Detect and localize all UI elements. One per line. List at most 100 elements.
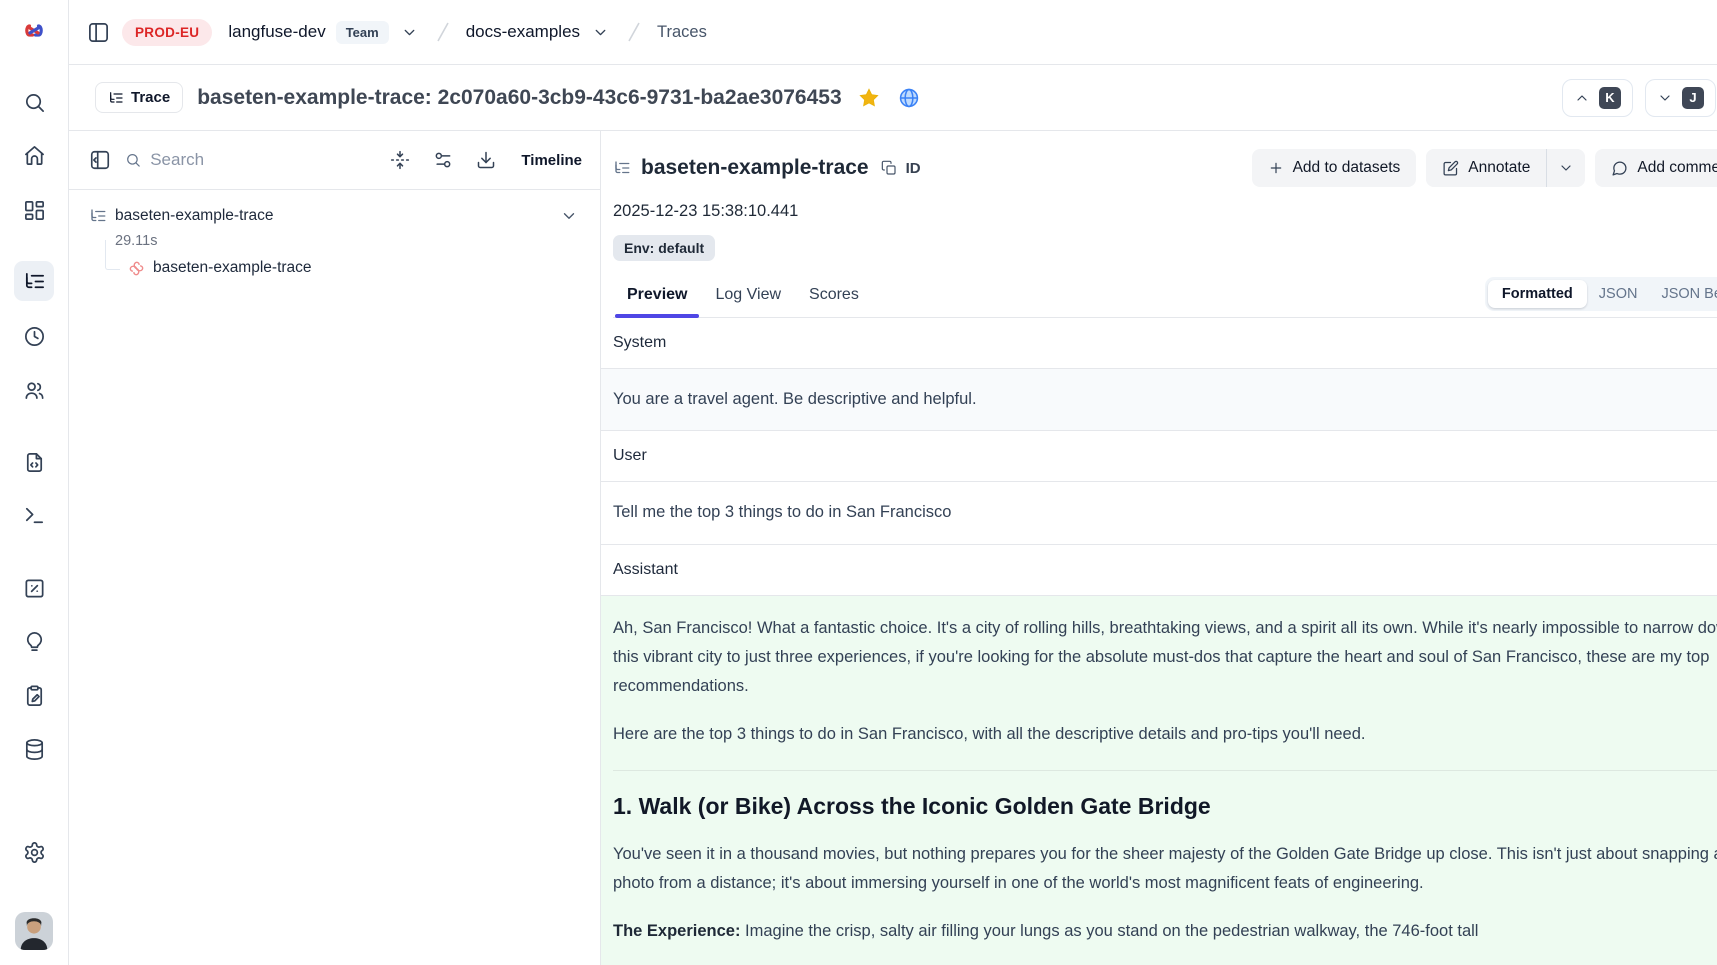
tree-child-item[interactable]: baseten-example-trace	[81, 251, 588, 289]
tab-log-view[interactable]: Log View	[701, 276, 795, 317]
evaluators-percent-icon[interactable]	[22, 576, 46, 600]
prompts-file-icon[interactable]	[22, 450, 46, 474]
playground-terminal-icon[interactable]	[22, 503, 46, 527]
tab-preview[interactable]: Preview	[613, 276, 701, 317]
comment-bubble-icon	[1611, 160, 1628, 177]
tree-toolbar-icons: Timeline	[388, 148, 582, 172]
format-option-json-beta[interactable]: JSON Beta	[1649, 280, 1717, 308]
dashboard-icon[interactable]	[22, 198, 46, 222]
tree-connector	[105, 240, 120, 270]
trace-detail-pane: baseten-example-trace ID Add to datasets	[601, 131, 1717, 965]
annotation-clipboard-icon[interactable]	[22, 683, 46, 707]
collapse-node-chevron-icon[interactable]	[558, 205, 580, 227]
org-logo-icon[interactable]	[22, 18, 46, 42]
format-option-formatted[interactable]: Formatted	[1488, 280, 1587, 308]
shortcut-key-badge: J	[1682, 87, 1704, 109]
tree-list: baseten-example-trace 29.11s	[69, 190, 600, 299]
breadcrumb-section[interactable]: Traces	[657, 23, 707, 42]
format-toggle: Formatted JSON JSON Beta	[1485, 277, 1717, 311]
assistant-paragraph: Ah, San Francisco! What a fantastic choi…	[613, 614, 1717, 702]
user-message: Tell me the top 3 things to do in San Fr…	[601, 481, 1717, 544]
assistant-role-header: Assistant	[601, 545, 1717, 595]
public-globe-icon[interactable]	[896, 85, 922, 111]
breadcrumb-separator	[434, 20, 452, 44]
datasets-database-icon[interactable]	[22, 737, 46, 761]
sessions-clock-icon[interactable]	[22, 324, 46, 348]
id-label: ID	[906, 160, 921, 177]
collapse-all-icon[interactable]	[388, 148, 412, 172]
tree-child-label: baseten-example-trace	[153, 259, 312, 277]
user-avatar[interactable]	[15, 912, 53, 950]
markdown-divider	[613, 770, 1717, 771]
annotate-split-button: Annotate	[1426, 149, 1585, 187]
plus-icon	[1268, 160, 1284, 176]
environment-badge: PROD-EU	[122, 19, 212, 46]
tracing-tree-icon[interactable]	[14, 261, 54, 301]
env-badge: Env: default	[613, 235, 715, 261]
app-window: PROD-EU langfuse-dev Team docs-examples …	[0, 0, 1717, 965]
assistant-bold-label: The Experience:	[613, 922, 740, 940]
assistant-heading: 1. Walk (or Bike) Across the Iconic Gold…	[613, 792, 1717, 822]
trace-tree-icon	[613, 159, 631, 177]
trace-tree-icon	[89, 207, 107, 225]
annotate-dropdown-chevron-icon[interactable]	[1547, 149, 1585, 187]
next-trace-button[interactable]: J	[1645, 79, 1716, 117]
collapse-panel-icon[interactable]	[87, 147, 113, 173]
org-chevron-down-icon[interactable]	[399, 22, 420, 43]
breadcrumb-separator	[625, 20, 643, 44]
trace-timestamp: 2025-12-23 15:38:10.441	[613, 202, 1717, 221]
favorite-star-icon[interactable]	[856, 85, 882, 111]
trace-type-badge[interactable]: Trace	[95, 82, 183, 113]
breadcrumb-org[interactable]: langfuse-dev	[228, 22, 325, 42]
search-icon[interactable]	[22, 90, 46, 114]
shortcut-key-badge: K	[1599, 87, 1621, 109]
detail-tabs: Preview Log View Scores Formatted JSON J…	[613, 276, 1717, 318]
tree-panel-toolbar: Timeline	[69, 131, 600, 190]
download-icon[interactable]	[474, 148, 498, 172]
home-icon[interactable]	[22, 143, 46, 167]
tab-scores[interactable]: Scores	[795, 276, 873, 317]
previous-trace-button[interactable]: K	[1562, 79, 1633, 117]
tree-search-input[interactable]	[150, 150, 376, 170]
assistant-paragraph: The Experience: Imagine the crisp, salty…	[613, 917, 1717, 946]
tree-root-label: baseten-example-trace	[115, 207, 274, 225]
org-type-badge: Team	[336, 21, 389, 44]
breadcrumb-bar: PROD-EU langfuse-dev Team docs-examples …	[69, 0, 1717, 65]
user-role-header: User	[601, 431, 1717, 481]
timeline-view-toggle[interactable]: Timeline	[521, 152, 582, 169]
sidebar-toggle-icon[interactable]	[85, 19, 112, 46]
workspace: Timeline baseten-example-trace 29.11s	[69, 131, 1717, 965]
detail-actions: Add to datasets Annotate	[1252, 149, 1717, 187]
add-to-datasets-button[interactable]: Add to datasets	[1252, 149, 1417, 187]
add-comment-button[interactable]: Add comment	[1595, 149, 1717, 187]
display-settings-icon[interactable]	[431, 148, 455, 172]
trace-badge-label: Trace	[131, 89, 170, 106]
system-role-header: System	[601, 318, 1717, 368]
pen-square-icon	[1442, 160, 1459, 177]
trace-duration: 29.11s	[81, 232, 588, 251]
observation-tree-panel: Timeline baseten-example-trace 29.11s	[69, 131, 601, 965]
tree-search	[125, 150, 376, 170]
trace-page-title: baseten-example-trace: 2c070a60-3cb9-43c…	[197, 86, 841, 110]
assistant-message: Ah, San Francisco! What a fantastic choi…	[601, 595, 1717, 965]
icon-rail	[0, 0, 69, 965]
search-icon	[125, 151, 141, 169]
trace-title-bar: Trace baseten-example-trace: 2c070a60-3c…	[69, 65, 1717, 131]
message-list: System You are a travel agent. Be descri…	[601, 318, 1717, 965]
breadcrumb-project[interactable]: docs-examples	[466, 22, 580, 42]
assistant-paragraph: You've seen it in a thousand movies, but…	[613, 840, 1717, 899]
assistant-paragraph: Here are the top 3 things to do in San F…	[613, 720, 1717, 749]
annotate-button[interactable]: Annotate	[1426, 149, 1546, 187]
trace-nav-actions: K J	[1562, 79, 1717, 117]
insights-lightbulb-icon[interactable]	[22, 630, 46, 654]
settings-gear-icon[interactable]	[22, 840, 46, 864]
tree-root-item[interactable]: baseten-example-trace	[81, 200, 588, 232]
system-message: You are a travel agent. Be descriptive a…	[601, 368, 1717, 431]
generation-pinwheel-icon	[127, 259, 146, 278]
copy-id-icon[interactable]	[879, 158, 899, 178]
project-chevron-down-icon[interactable]	[590, 22, 611, 43]
detail-title: baseten-example-trace	[641, 156, 869, 180]
format-option-json[interactable]: JSON	[1587, 280, 1650, 308]
detail-header: baseten-example-trace ID Add to datasets	[601, 131, 1717, 318]
users-icon[interactable]	[22, 378, 46, 402]
